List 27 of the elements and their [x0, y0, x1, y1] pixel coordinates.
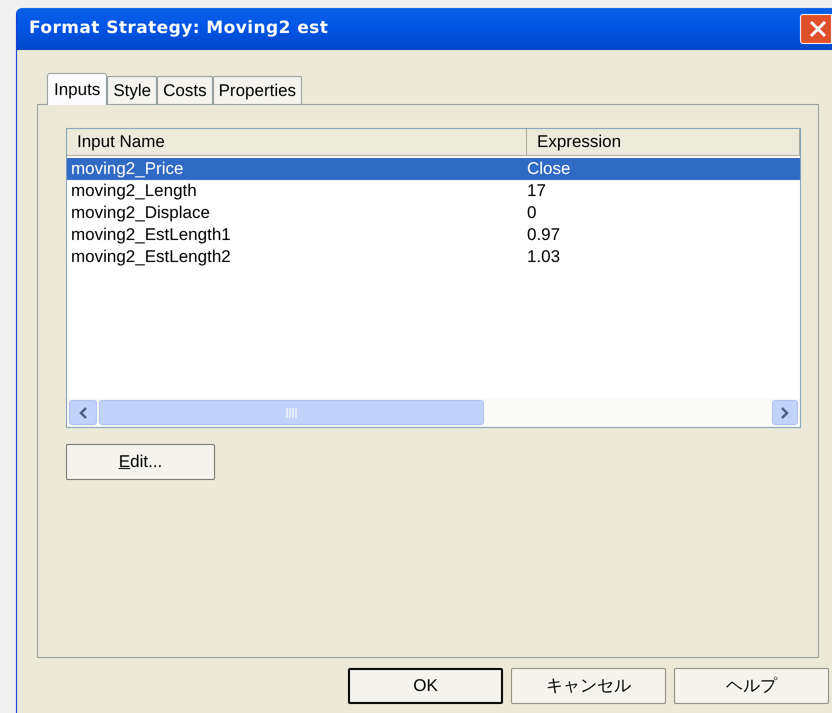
- tab[interactable]: Inputs: [47, 73, 108, 105]
- window-title: Format Strategy: Moving2 est: [29, 17, 328, 40]
- table-cell-text: moving2_Length: [70, 181, 198, 201]
- tab[interactable]: Properties: [212, 76, 302, 104]
- scroll-left-button[interactable]: [69, 400, 97, 425]
- table-cell-text: 1.03: [527, 247, 562, 267]
- table-cell-text: 17: [527, 181, 547, 201]
- table-cell-text: moving2_EstLength2: [70, 247, 232, 267]
- dialog-button[interactable]: キャンセル: [511, 668, 666, 704]
- grip-icon: [286, 408, 298, 418]
- horizontal-scrollbar[interactable]: [67, 398, 800, 427]
- tab[interactable]: Costs: [157, 76, 213, 104]
- table-cell-text: 0: [527, 203, 538, 223]
- close-button[interactable]: [800, 14, 832, 44]
- table-row[interactable]: moving2_Price Close: [67, 158, 800, 180]
- edit-button[interactable]: Edit...: [66, 444, 215, 480]
- table-cell-text: moving2_Price: [70, 159, 184, 179]
- close-icon: [807, 18, 829, 40]
- dialog-button[interactable]: OK: [348, 668, 503, 704]
- table-cell-text: Close: [527, 159, 572, 179]
- table-cell-text: moving2_Displace: [70, 203, 211, 223]
- dialog-button[interactable]: ヘルプ: [674, 668, 829, 704]
- scrollbar-thumb[interactable]: [99, 400, 484, 425]
- table-cell-text: 0.97: [527, 225, 562, 245]
- table-cell-text: moving2_EstLength1: [70, 225, 232, 245]
- tab[interactable]: Style: [107, 76, 158, 104]
- scroll-right-button[interactable]: [772, 400, 798, 425]
